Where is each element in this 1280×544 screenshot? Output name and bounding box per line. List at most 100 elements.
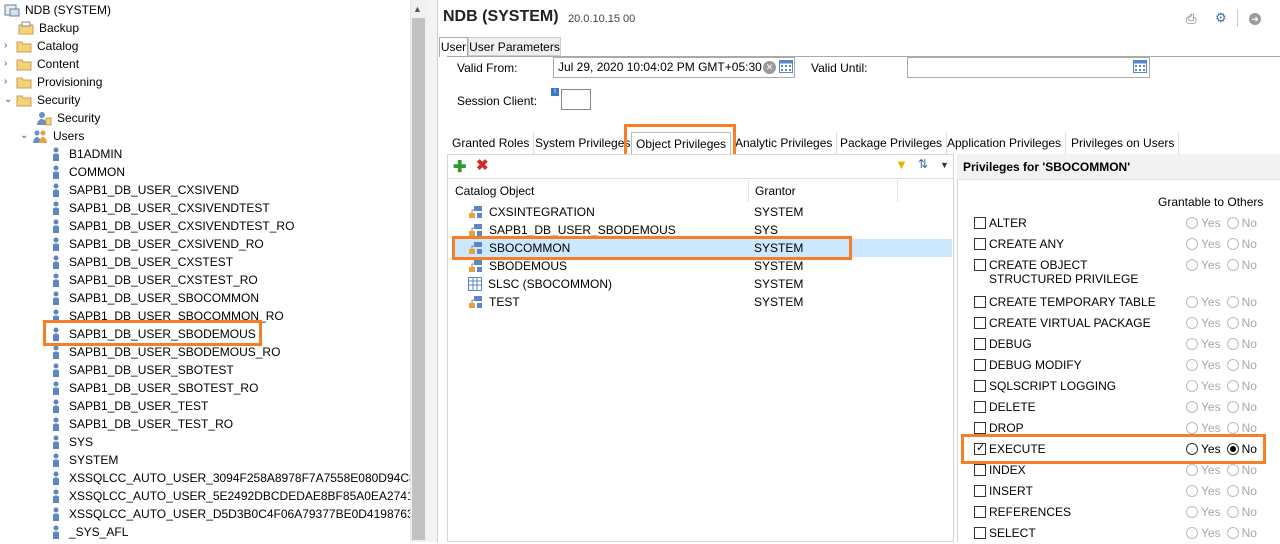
object-row[interactable]: SLSC (SBOCOMMON) bbox=[468, 275, 612, 293]
grantable-yes-radio[interactable] bbox=[1186, 527, 1198, 539]
tree-user-item[interactable]: SAPB1_DB_USER_CXSIVEND bbox=[48, 181, 239, 199]
calendar-icon[interactable] bbox=[1133, 60, 1147, 73]
privilege-checkbox[interactable] bbox=[974, 317, 986, 329]
view-menu-icon[interactable]: ▼ bbox=[940, 160, 949, 170]
grantable-yes-radio[interactable] bbox=[1186, 506, 1198, 518]
tree-folder[interactable]: Backup bbox=[4, 19, 79, 37]
privilege-checkbox[interactable] bbox=[974, 359, 986, 371]
privilege-checkbox[interactable] bbox=[974, 238, 986, 250]
chevron-right-icon[interactable]: › bbox=[4, 55, 14, 73]
grantable-no-radio[interactable] bbox=[1226, 380, 1239, 392]
grantable-no-radio[interactable] bbox=[1226, 238, 1239, 250]
export-icon[interactable]: ⎙ bbox=[1186, 11, 1196, 27]
privilege-checkbox[interactable] bbox=[974, 259, 986, 271]
column-catalog-object[interactable]: Catalog Object bbox=[455, 184, 534, 198]
tab-user-parameters[interactable]: User Parameters bbox=[468, 37, 561, 56]
grantable-yes-radio[interactable] bbox=[1186, 380, 1198, 392]
tree-user-item[interactable]: SAPB1_DB_USER_SBOCOMMON bbox=[48, 289, 259, 307]
valid-from-input[interactable]: Jul 29, 2020 10:04:02 PM GMT+05:30 bbox=[553, 57, 795, 78]
grantable-yes-radio[interactable] bbox=[1186, 317, 1198, 329]
tree-user-item[interactable]: XSSQLCC_AUTO_USER_5E2492DBCDEDAE8BF85A0E… bbox=[48, 487, 410, 505]
tree-user-item[interactable]: SAPB1_DB_USER_TEST_RO bbox=[48, 415, 233, 433]
grantable-no-radio[interactable] bbox=[1226, 401, 1239, 413]
privilege-checkbox[interactable] bbox=[974, 506, 986, 518]
privilege-checkbox[interactable] bbox=[974, 217, 986, 229]
grantable-yes-radio[interactable] bbox=[1186, 464, 1198, 476]
object-row[interactable]: TEST bbox=[468, 293, 520, 311]
grantable-no-radio[interactable] bbox=[1226, 359, 1239, 371]
grantable-yes-radio[interactable] bbox=[1186, 217, 1198, 229]
priv-tab[interactable]: Package Privileges bbox=[836, 132, 948, 154]
priv-tab[interactable]: Granted Roles bbox=[448, 132, 535, 154]
privilege-checkbox[interactable] bbox=[974, 464, 986, 476]
tree-user-item[interactable]: COMMON bbox=[48, 163, 125, 181]
sort-icon[interactable]: ⇅ bbox=[918, 157, 928, 171]
tree-user-item[interactable]: SYS bbox=[48, 433, 93, 451]
clear-icon[interactable]: ✕ bbox=[763, 61, 776, 74]
grantable-yes-radio[interactable] bbox=[1186, 259, 1198, 271]
object-row[interactable]: CXSINTEGRATION bbox=[468, 203, 595, 221]
grantable-yes-radio[interactable] bbox=[1186, 238, 1198, 250]
tree-user-item[interactable]: XSSQLCC_AUTO_USER_D5D3B0C4F06A79377BE0D4… bbox=[48, 505, 410, 523]
priv-tab[interactable]: Application Privileges bbox=[943, 132, 1067, 154]
tree-user-item[interactable]: SAPB1_DB_USER_CXSIVENDTEST_RO bbox=[48, 217, 294, 235]
grantable-no-radio[interactable] bbox=[1226, 296, 1239, 308]
privilege-checkbox[interactable] bbox=[974, 527, 986, 539]
scroll-up-icon[interactable]: ▲ bbox=[413, 4, 422, 14]
tree-scrollbar-thumb[interactable] bbox=[412, 18, 425, 540]
filter-icon[interactable]: ▼ bbox=[895, 157, 908, 172]
tree-user-item[interactable]: SAPB1_DB_USER_CXSIVEND_RO bbox=[48, 235, 264, 253]
privilege-checkbox[interactable] bbox=[974, 380, 986, 392]
tree-user-item[interactable]: XSSQLCC_AUTO_USER_3094F258A8978F7A7558E0… bbox=[48, 469, 410, 487]
grantable-no-radio[interactable] bbox=[1226, 527, 1239, 539]
tab-user[interactable]: User bbox=[439, 37, 468, 57]
tree-root[interactable]: NDB (SYSTEM) bbox=[4, 1, 111, 19]
tree-node[interactable]: Security bbox=[36, 109, 100, 127]
tree-node[interactable]: ⌄ Users bbox=[20, 127, 84, 145]
tree-user-item[interactable]: B1ADMIN bbox=[48, 145, 122, 163]
tree-folder[interactable]: › Content bbox=[4, 55, 79, 73]
session-client-input[interactable] bbox=[561, 89, 591, 110]
tree-user-item[interactable]: SAPB1_DB_USER_TEST bbox=[48, 397, 208, 415]
grantable-no-radio[interactable] bbox=[1226, 485, 1239, 497]
chevron-down-icon[interactable]: ⌄ bbox=[20, 127, 30, 145]
grantable-no-radio[interactable] bbox=[1226, 422, 1239, 434]
splitter[interactable] bbox=[427, 0, 437, 542]
grantable-yes-radio[interactable] bbox=[1186, 422, 1198, 434]
calendar-icon[interactable] bbox=[779, 60, 793, 73]
tree-user-item[interactable]: SAPB1_DB_USER_CXSTEST bbox=[48, 253, 233, 271]
tree-user-item[interactable]: SAPB1_DB_USER_CXSIVENDTEST bbox=[48, 199, 270, 217]
privilege-checkbox[interactable] bbox=[974, 422, 986, 434]
privilege-checkbox[interactable] bbox=[974, 401, 986, 413]
forward-icon[interactable]: ➜ bbox=[1249, 13, 1261, 25]
grantable-yes-radio[interactable] bbox=[1186, 485, 1198, 497]
column-grantor[interactable]: Grantor bbox=[755, 184, 796, 198]
remove-icon[interactable]: ✖ bbox=[476, 156, 489, 174]
tree-folder[interactable]: › Provisioning bbox=[4, 73, 102, 91]
grantable-no-radio[interactable] bbox=[1226, 338, 1239, 350]
tree-user-item[interactable]: _SYS_AFL bbox=[48, 523, 128, 541]
privilege-checkbox[interactable] bbox=[974, 485, 986, 497]
privilege-checkbox[interactable] bbox=[974, 338, 986, 350]
tree-user-item[interactable]: SAPB1_DB_USER_SBOTEST bbox=[48, 361, 234, 379]
chevron-right-icon[interactable]: › bbox=[4, 37, 14, 55]
grantable-yes-radio[interactable] bbox=[1186, 401, 1198, 413]
add-icon[interactable]: ✚ bbox=[453, 157, 466, 177]
grantable-no-radio[interactable] bbox=[1226, 317, 1239, 329]
grantable-no-radio[interactable] bbox=[1226, 506, 1239, 518]
tree-folder[interactable]: › Catalog bbox=[4, 37, 78, 55]
tree-user-item[interactable]: SAPB1_DB_USER_SBOTEST_RO bbox=[48, 379, 258, 397]
tree-user-item[interactable]: SYSTEM bbox=[48, 451, 118, 469]
privilege-checkbox[interactable] bbox=[974, 296, 986, 308]
grantable-yes-radio[interactable] bbox=[1186, 296, 1198, 308]
priv-tab[interactable]: Analytic Privileges bbox=[731, 132, 838, 154]
valid-until-input[interactable] bbox=[907, 57, 1150, 78]
priv-tab[interactable]: Privileges on Users bbox=[1067, 132, 1180, 154]
tree-user-item[interactable]: SAPB1_DB_USER_CXSTEST_RO bbox=[48, 271, 258, 289]
user-settings-icon[interactable]: ⚙ bbox=[1215, 10, 1227, 26]
chevron-down-icon[interactable]: ⌄ bbox=[4, 91, 14, 109]
grantable-no-radio[interactable] bbox=[1226, 259, 1239, 271]
priv-tab[interactable]: System Privileges bbox=[531, 132, 636, 154]
grantable-yes-radio[interactable] bbox=[1186, 338, 1198, 350]
grantable-yes-radio[interactable] bbox=[1186, 359, 1198, 371]
